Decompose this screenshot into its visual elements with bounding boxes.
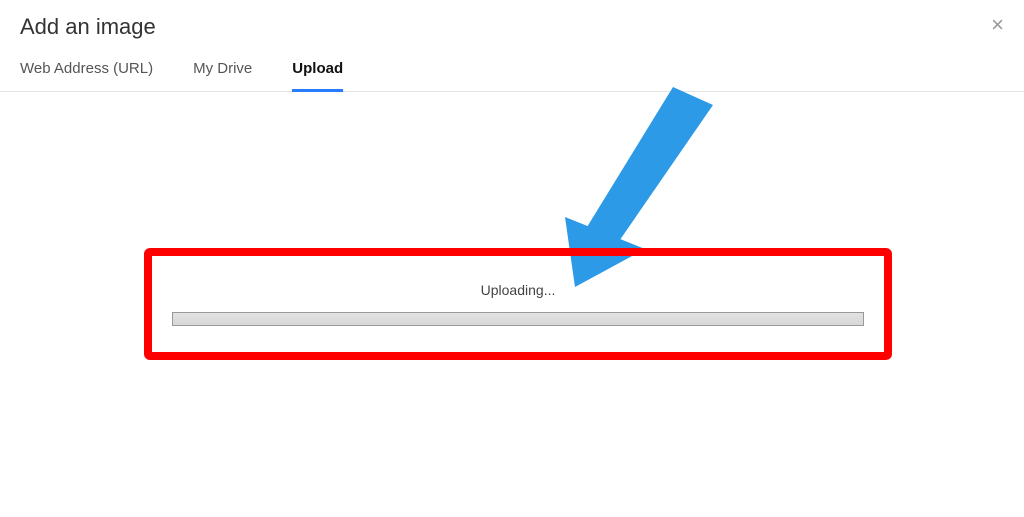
upload-progress-bar — [172, 312, 864, 326]
upload-status-box: Uploading... — [144, 248, 892, 360]
close-icon[interactable]: × — [991, 14, 1004, 36]
upload-panel: Uploading... — [0, 92, 1024, 492]
tab-my-drive[interactable]: My Drive — [193, 60, 252, 91]
tab-web-address[interactable]: Web Address (URL) — [20, 60, 153, 91]
upload-status-text: Uploading... — [481, 282, 556, 298]
dialog-title: Add an image — [20, 14, 156, 40]
dialog-header: Add an image × — [0, 0, 1024, 48]
tab-upload[interactable]: Upload — [292, 60, 343, 91]
tabs-bar: Web Address (URL) My Drive Upload — [0, 48, 1024, 92]
